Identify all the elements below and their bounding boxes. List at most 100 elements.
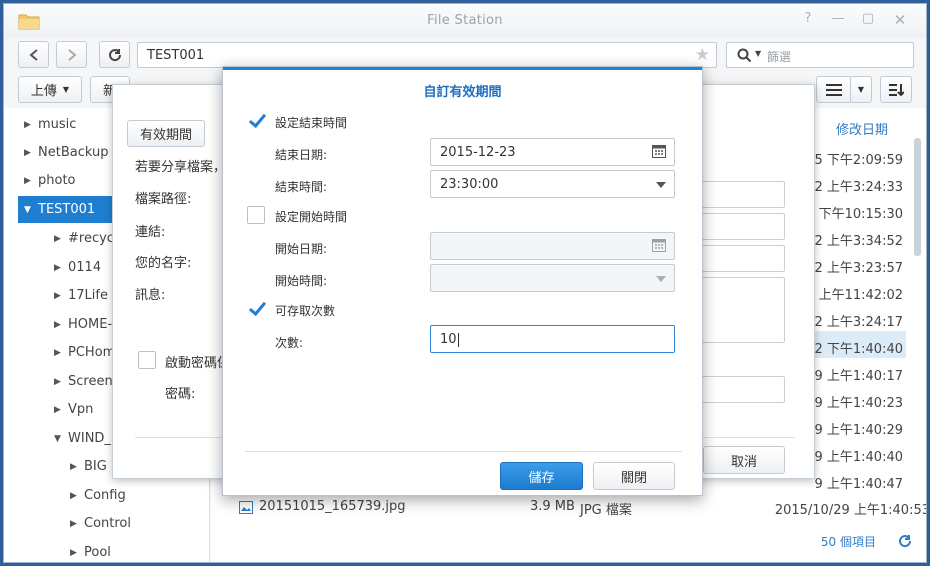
vertical-scrollbar[interactable] [914,138,921,256]
tree-item-label: 0114 [68,260,102,275]
close-button[interactable]: 關閉 [593,462,675,490]
filter-placeholder: 篩選 [767,50,792,64]
modified-time: 上午11:42:02 [818,288,903,303]
expand-arrow-icon[interactable]: ▶ [24,148,38,158]
tree-item-music[interactable]: ▶ music [24,111,76,138]
file-path-field[interactable] [701,181,785,208]
back-button[interactable] [18,41,49,68]
custom-validity-dialog: 自訂有效期間 設定結束時間 結束日期: 2015-12-23 結束時間: 23:… [222,66,703,496]
tree-item-wind-d[interactable]: ▼ WIND_D [54,425,121,452]
close-icon[interactable]: ✕ [890,11,910,29]
refresh-icon [108,48,121,61]
expand-arrow-icon[interactable]: ▶ [24,176,38,186]
expand-arrow-icon[interactable]: ▶ [54,348,68,358]
tree-item-config[interactable]: ▶ Config [70,482,126,509]
star-icon[interactable]: ★ [695,45,710,65]
save-button[interactable]: 儲存 [500,462,583,490]
expand-arrow-icon[interactable]: ▶ [70,519,84,529]
expand-arrow-icon[interactable]: ▶ [54,377,68,387]
view-options-dropdown[interactable]: ▼ [850,76,872,103]
start-date-field[interactable] [430,232,675,260]
image-file-icon [239,501,253,514]
expand-arrow-icon[interactable]: ▶ [54,263,68,273]
end-time-select[interactable]: 23:30:00 [430,170,675,198]
search-icon [737,48,752,63]
link-field[interactable] [701,213,785,240]
caret-down-icon: ▼ [62,85,70,94]
set-start-time-checkbox[interactable] [247,206,265,224]
upload-button[interactable]: 上傳 ▼ [18,76,82,103]
expand-arrow-icon[interactable]: ▶ [54,234,68,244]
password-field[interactable] [701,376,785,403]
tree-item-pool[interactable]: ▶ Pool [70,539,111,562]
sort-button[interactable] [880,76,912,103]
caret-down-icon: ▼ [755,49,762,58]
tree-item-label: Pool [84,545,111,560]
tree-item-big[interactable]: ▶ BIG ( [70,453,116,480]
maximize-icon[interactable]: ▢ [858,11,878,26]
minimize-icon[interactable]: — [828,11,848,26]
expand-arrow-icon[interactable]: ▶ [70,548,84,558]
cancel-label: 取消 [730,454,757,470]
cancel-button[interactable]: 取消 [703,446,785,474]
divider [245,451,682,452]
tree-item-vpn[interactable]: ▶ Vpn [54,396,93,423]
access-limit-checkbox[interactable] [247,299,265,317]
item-count: 50 個項目 [820,535,876,549]
view-list-button[interactable] [816,76,852,103]
tree-item-screens[interactable]: ▶ Screens [54,368,119,395]
close-label: 關閉 [620,470,647,486]
tree-item-netbackup[interactable]: ▶ NetBackup [24,139,108,166]
chevron-right-icon [67,48,77,61]
expand-arrow-icon[interactable]: ▶ [24,120,38,130]
filter-input[interactable]: ▼ 篩選 [726,42,914,68]
start-time-label: 開始時間: [275,274,328,288]
expand-arrow-icon[interactable]: ▶ [70,491,84,501]
start-time-select[interactable] [430,264,675,292]
expand-arrow-icon[interactable]: ▶ [54,291,68,301]
file-name: 20151015_165739.jpg [259,499,406,514]
modified-date-header[interactable]: 修改日期 [836,119,888,138]
modified-time: 9 上午1:40:17 [814,369,903,384]
chevron-down-icon [656,182,666,188]
tree-item-label: Config [84,488,126,503]
expand-arrow-icon[interactable]: ▶ [54,405,68,415]
start-date-label: 開始日期: [275,242,328,256]
tree-item-photo[interactable]: ▶ photo [24,167,76,194]
collapse-arrow-icon[interactable]: ▼ [24,205,38,215]
your-name-field[interactable] [701,245,785,272]
file-size: 3.9 MB [530,499,575,514]
file-type: JPG 檔案 [580,503,632,518]
tree-item-17life[interactable]: ▶ 17Life [54,282,108,309]
dialog-accent-bar [223,67,702,70]
tree-item-label: music [38,117,77,132]
tree-item-control[interactable]: ▶ Control [70,510,131,537]
end-date-field[interactable]: 2015-12-23 [430,138,675,166]
expand-arrow-icon[interactable]: ▶ [54,320,68,330]
end-time-value: 23:30:00 [440,177,499,192]
caret-down-icon: ▼ [857,85,865,94]
access-count-field[interactable]: 10 [430,325,675,353]
tree-item-label: Control [84,516,131,531]
modified-time: 2 上午3:34:52 [814,234,903,249]
forward-button[interactable] [56,41,87,68]
calendar-icon[interactable] [652,144,666,158]
message-field[interactable] [701,277,785,343]
refresh-button[interactable] [99,41,130,68]
path-field[interactable]: TEST001 ★ [137,42,717,68]
tree-item-home-p[interactable]: ▶ HOME-P [54,311,120,338]
access-count-label: 次數: [275,336,304,350]
collapse-arrow-icon[interactable]: ▼ [54,434,68,444]
chevron-left-icon [28,48,38,61]
upload-label: 上傳 [30,84,57,99]
set-end-time-checkbox[interactable] [247,111,265,129]
tree-item-0114[interactable]: ▶ 0114 [54,254,101,281]
expand-arrow-icon[interactable]: ▶ [70,462,84,472]
help-icon[interactable]: ? [798,11,818,26]
validity-period-button[interactable]: 有效期間 [127,120,205,147]
refresh-icon[interactable] [898,534,912,548]
calendar-icon[interactable] [652,238,666,252]
table-row[interactable]: 20151015_165739.jpg 3.9 MB JPG 檔案 2015/1… [235,496,926,520]
enable-password-checkbox[interactable] [138,351,156,369]
tree-item-label: TEST001 [38,202,96,217]
